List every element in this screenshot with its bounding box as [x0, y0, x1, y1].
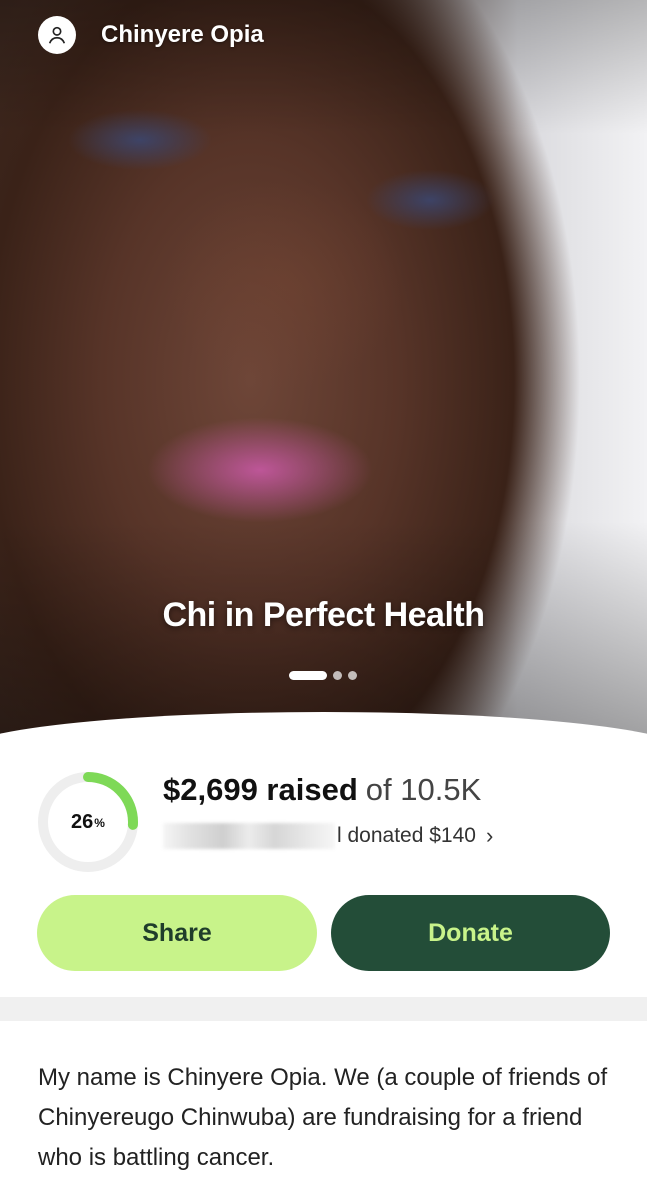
section-divider [0, 997, 647, 1021]
chevron-right-icon[interactable]: › [486, 823, 493, 849]
carousel-dot-active[interactable] [289, 671, 327, 680]
blurred-donor-name [163, 823, 335, 849]
share-button[interactable]: Share [37, 895, 317, 971]
profile-header[interactable]: Chinyere Opia [38, 16, 264, 54]
carousel-dot[interactable] [348, 671, 357, 680]
amount-raised: $2,699 raised of 10.5K [163, 772, 481, 808]
carousel-dots[interactable] [289, 671, 357, 680]
donate-button[interactable]: Donate [331, 895, 610, 971]
goal-amount: of 10.5K [365, 772, 482, 807]
progress-percent: 26% [71, 810, 105, 833]
carousel-dot[interactable] [333, 671, 342, 680]
story-text: My name is Chinyere Opia. We (a couple o… [38, 1064, 608, 1171]
user-icon[interactable] [38, 16, 76, 54]
raised-amount: $2,699 raised [163, 772, 358, 807]
profile-name[interactable]: Chinyere Opia [101, 21, 264, 49]
hero-photo[interactable]: Chinyere Opia Chi in Perfect Health [0, 0, 647, 745]
recent-donation-text: l donated $140 [337, 824, 476, 847]
hero-title: Chi in Perfect Health [162, 596, 485, 634]
recent-donation[interactable]: l donated $140 › [163, 823, 493, 849]
